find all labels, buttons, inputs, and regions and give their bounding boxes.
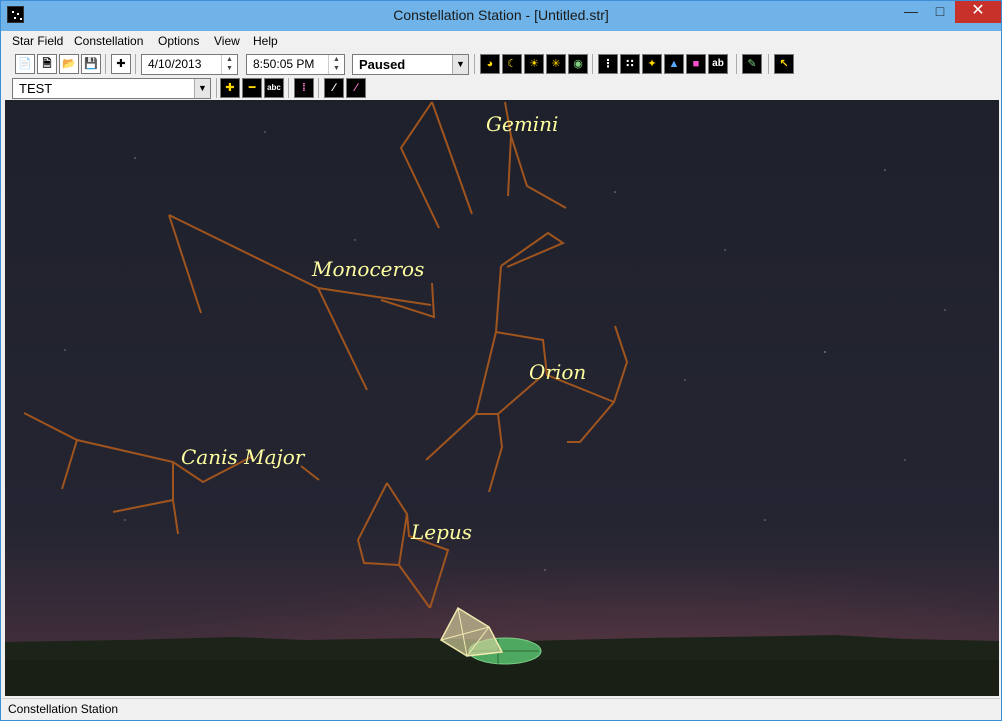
chevron-down-icon[interactable]: ▼ bbox=[452, 55, 468, 74]
moon-clock-icon[interactable]: ☾ bbox=[502, 54, 522, 74]
constellation-toolbar: TEST ▼ ✚ ━ abc ⁞ ∕ ∕ bbox=[2, 77, 1000, 100]
label-canis-major: Canis Major bbox=[181, 445, 306, 469]
date-field[interactable]: 4/10/2013 ▲ ▼ bbox=[141, 54, 238, 75]
star-names-icon[interactable]: ✦ bbox=[642, 54, 662, 74]
status-text: Constellation Station bbox=[8, 702, 119, 716]
main-toolbar: 📄 🗎 📂 💾 ✚ 4/10/2013 ▲ ▼ 8:50:05 PM ▲ ▼ Pau… bbox=[2, 52, 1000, 77]
label-monoceros: Monoceros bbox=[311, 257, 424, 281]
separator bbox=[474, 54, 475, 74]
stars-field-icon[interactable]: ⋮ bbox=[598, 54, 618, 74]
menu-star-field[interactable]: Star Field bbox=[12, 34, 63, 48]
separator bbox=[135, 54, 136, 74]
time-field[interactable]: 8:50:05 PM ▲ ▼ bbox=[246, 54, 345, 75]
save-icon[interactable]: 💾 bbox=[81, 54, 101, 74]
erase-line-icon[interactable]: ∕ bbox=[346, 78, 366, 98]
title-bar[interactable]: Constellation Station - [Untitled.str] —… bbox=[1, 1, 1001, 31]
folder-icon[interactable]: 📂 bbox=[59, 54, 79, 74]
separator bbox=[216, 78, 217, 98]
crosshair-icon[interactable]: ✚ bbox=[111, 54, 131, 74]
zoom-out-icon[interactable]: ━ bbox=[242, 78, 262, 98]
separator bbox=[318, 78, 319, 98]
maximize-button[interactable]: □ bbox=[926, 1, 954, 23]
separator bbox=[288, 78, 289, 98]
landscape-icon[interactable]: ▲ bbox=[664, 54, 684, 74]
menu-bar: Star Field Constellation Options View He… bbox=[2, 31, 1000, 51]
open-file-icon[interactable]: 🗎 bbox=[37, 54, 57, 74]
separator bbox=[592, 54, 593, 74]
telescope-icon[interactable]: ✎ bbox=[742, 54, 762, 74]
label-lepus: Lepus bbox=[410, 520, 472, 544]
minimize-button[interactable]: — bbox=[897, 1, 925, 23]
date-value: 4/10/2013 bbox=[148, 57, 202, 71]
label-text-icon[interactable]: ab bbox=[708, 54, 728, 74]
separator bbox=[768, 54, 769, 74]
label-orion: Orion bbox=[529, 360, 586, 384]
sun-clock-icon[interactable]: ☀ bbox=[524, 54, 544, 74]
color-palette-icon[interactable]: ■ bbox=[686, 54, 706, 74]
starburst-icon[interactable]: ✳ bbox=[546, 54, 566, 74]
window-title: Constellation Station - [Untitled.str] bbox=[393, 7, 609, 23]
status-bar: Constellation Station bbox=[2, 698, 1000, 720]
draw-line-icon[interactable]: ∕ bbox=[324, 78, 344, 98]
separator bbox=[736, 54, 737, 74]
zoom-in-icon[interactable]: ✚ bbox=[220, 78, 240, 98]
time-value: 8:50:05 PM bbox=[253, 57, 315, 71]
menu-options[interactable]: Options bbox=[158, 34, 199, 48]
playback-value: Paused bbox=[359, 57, 406, 72]
star-clock-icon[interactable]: ◕ bbox=[480, 54, 500, 74]
cursor-mode-icon[interactable]: ↖ bbox=[774, 54, 794, 74]
constellation-lines-icon[interactable]: ∷ bbox=[620, 54, 640, 74]
menu-help[interactable]: Help bbox=[253, 34, 278, 48]
playback-select[interactable]: Paused ▼ bbox=[352, 54, 469, 75]
chevron-down-icon[interactable]: ▼ bbox=[194, 79, 210, 98]
star-field-view[interactable]: Gemini Monoceros Orion Canis Major Lepus bbox=[5, 100, 999, 696]
menu-view[interactable]: View bbox=[214, 34, 240, 48]
constellation-select[interactable]: TEST ▼ bbox=[12, 78, 211, 99]
constellation-value: TEST bbox=[19, 81, 53, 96]
star-select-icon[interactable]: ⁞ bbox=[294, 78, 314, 98]
close-button[interactable]: ✕ bbox=[955, 1, 1001, 23]
app-window: Constellation Station - [Untitled.str] —… bbox=[0, 0, 1002, 721]
menu-constellation[interactable]: Constellation bbox=[74, 34, 143, 48]
label-gemini: Gemini bbox=[486, 112, 558, 136]
new-file-icon[interactable]: 📄 bbox=[15, 54, 35, 74]
separator bbox=[105, 54, 106, 74]
sky-canvas[interactable]: Gemini Monoceros Orion Canis Major Lepus bbox=[5, 100, 999, 696]
text-label-icon[interactable]: abc bbox=[264, 78, 284, 98]
date-spinner[interactable]: ▲ ▼ bbox=[221, 55, 237, 74]
planet-icon[interactable]: ◉ bbox=[568, 54, 588, 74]
time-spinner[interactable]: ▲ ▼ bbox=[328, 55, 344, 74]
